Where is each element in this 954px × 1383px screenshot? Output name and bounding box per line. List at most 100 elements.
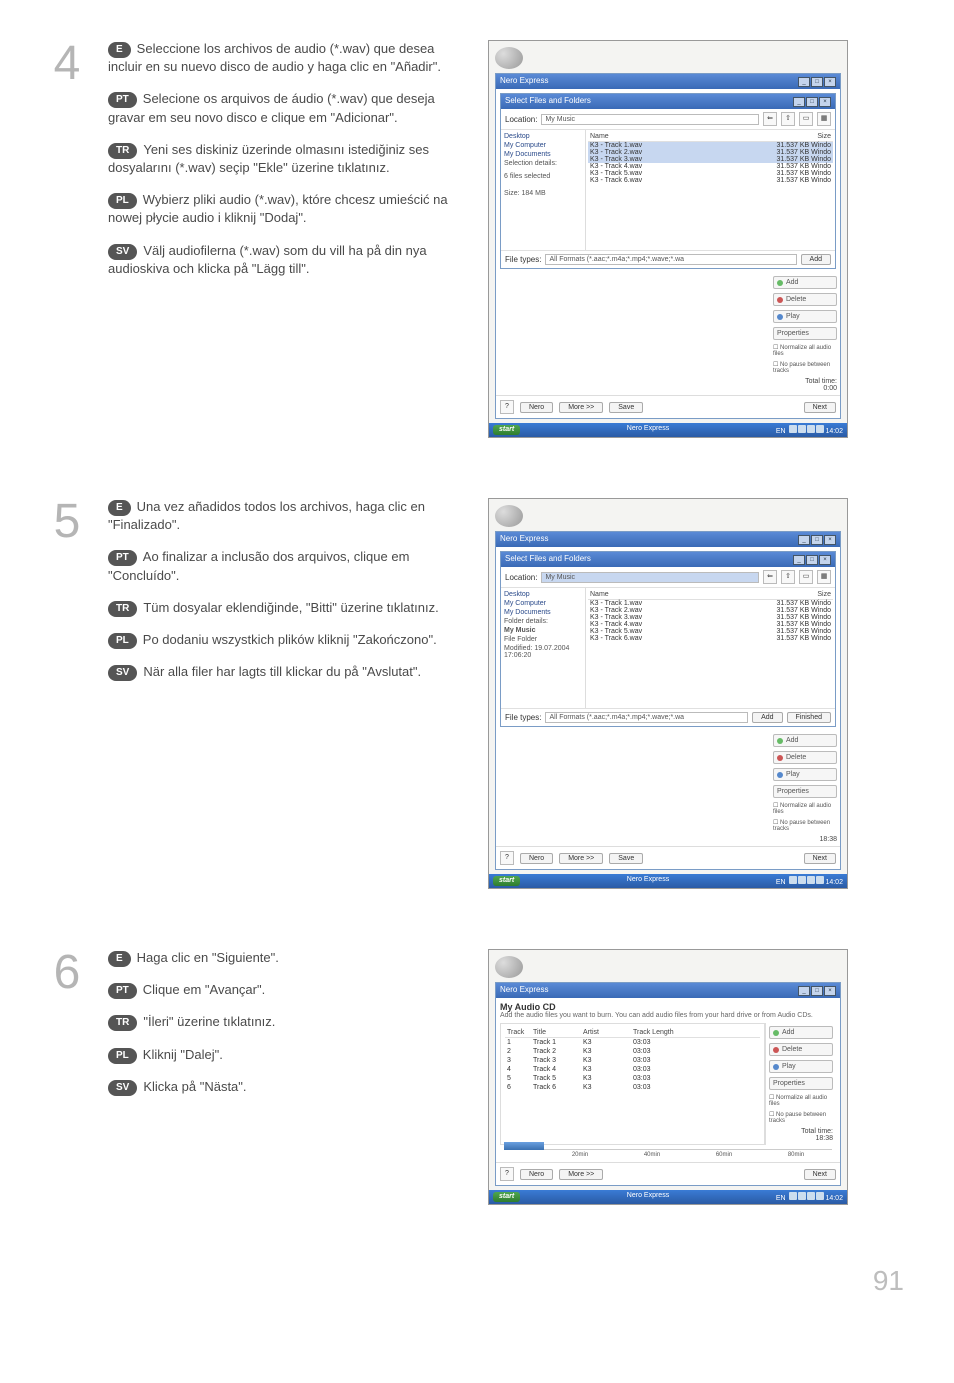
filetypes-select[interactable]: All Formats (*.aac;*.m4a;*.mp4;*.wave;*.… (545, 712, 748, 723)
folder-tree[interactable]: Desktop My Computer My Documents Selecti… (501, 130, 586, 250)
window-title: Nero Express (500, 985, 548, 996)
lang-indicator[interactable]: EN (776, 1195, 786, 1202)
delete-side-button[interactable]: Delete (773, 293, 837, 306)
back-icon[interactable]: ⇐ (763, 570, 777, 584)
tree-desktop[interactable]: Desktop (504, 591, 582, 598)
save-button[interactable]: Save (609, 402, 643, 413)
finished-button[interactable]: Finished (787, 712, 831, 723)
lang-indicator[interactable]: EN (776, 428, 786, 435)
file-list[interactable]: NameSize K3 - Track 1.wav31.537 KB Windo… (586, 130, 835, 250)
file-row[interactable]: K3 - Track 6.wav31.537 KB Windo (588, 177, 833, 184)
back-icon[interactable]: ⇐ (763, 112, 777, 126)
system-tray[interactable] (788, 879, 824, 886)
dialog-title: Select Files and Folders (505, 96, 591, 107)
lang-indicator[interactable]: EN (776, 879, 786, 886)
system-tray[interactable] (788, 428, 824, 435)
views-icon[interactable]: ▦ (817, 570, 831, 584)
up-icon[interactable]: ⇧ (781, 112, 795, 126)
track-row[interactable]: 3Track 3K303:03 (505, 1056, 760, 1065)
add-side-button[interactable]: Add (773, 734, 837, 747)
more-button[interactable]: More >> (559, 1169, 603, 1180)
file-row[interactable]: K3 - Track 2.wav31.537 KB Windo (588, 149, 833, 156)
nero-button[interactable]: Nero (520, 853, 553, 864)
help-icon[interactable]: ? (500, 851, 514, 865)
properties-side-button[interactable]: Properties (769, 1077, 833, 1090)
window-buttons[interactable]: _□× (797, 534, 836, 545)
add-side-button[interactable]: Add (769, 1026, 833, 1039)
tree-mycomputer[interactable]: My Computer (504, 142, 582, 149)
file-row[interactable]: K3 - Track 3.wav31.537 KB Windo (588, 156, 833, 163)
normalize-checkbox[interactable]: ☐ Normalize all audio files (769, 1094, 833, 1107)
play-side-button[interactable]: Play (773, 768, 837, 781)
filetypes-select[interactable]: All Formats (*.aac;*.m4a;*.mp4;*.wave;*.… (545, 254, 796, 265)
nopause-checkbox[interactable]: ☐ No pause between tracks (769, 1111, 833, 1124)
track-row[interactable]: 2Track 2K303:03 (505, 1047, 760, 1056)
tree-mydocuments[interactable]: My Documents (504, 151, 582, 158)
lang-pill: TR (108, 143, 137, 159)
dialog-window-buttons[interactable]: _□× (792, 554, 831, 565)
lang-sv: SVNär alla filer har lagts till klickar … (108, 663, 468, 681)
next-button[interactable]: Next (804, 853, 836, 864)
normalize-checkbox[interactable]: ☐ Normalize all audio files (773, 344, 837, 357)
folder-icon[interactable]: ▭ (799, 112, 813, 126)
help-icon[interactable]: ? (500, 1167, 514, 1181)
track-row[interactable]: 5Track 5K303:03 (505, 1074, 760, 1083)
file-row[interactable]: K3 - Track 2.wav31.537 KB Windo (588, 607, 833, 614)
save-button[interactable]: Save (609, 853, 643, 864)
normalize-checkbox[interactable]: ☐ Normalize all audio files (773, 802, 837, 815)
delete-side-button[interactable]: Delete (773, 751, 837, 764)
play-side-button[interactable]: Play (769, 1060, 833, 1073)
nopause-checkbox[interactable]: ☐ No pause between tracks (773, 361, 837, 374)
views-icon[interactable]: ▦ (817, 112, 831, 126)
file-row[interactable]: K3 - Track 3.wav31.537 KB Windo (588, 614, 833, 621)
lang-pill: PT (108, 92, 137, 108)
file-row[interactable]: K3 - Track 4.wav31.537 KB Windo (588, 163, 833, 170)
window-buttons[interactable]: _□× (797, 76, 836, 87)
start-button[interactable]: start (493, 1192, 520, 1202)
taskbar-app[interactable]: Nero Express (627, 1192, 669, 1202)
file-row[interactable]: K3 - Track 5.wav31.537 KB Windo (588, 170, 833, 177)
window-buttons[interactable]: _□× (797, 985, 836, 996)
folder-icon[interactable]: ▭ (799, 570, 813, 584)
file-row[interactable]: K3 - Track 4.wav31.537 KB Windo (588, 621, 833, 628)
add-button[interactable]: Add (801, 254, 831, 265)
track-row[interactable]: 4Track 4K303:03 (505, 1065, 760, 1074)
file-row[interactable]: K3 - Track 1.wav31.537 KB Windo (588, 600, 833, 607)
tree-mycomputer[interactable]: My Computer (504, 600, 582, 607)
nero-button[interactable]: Nero (520, 1169, 553, 1180)
tree-desktop[interactable]: Desktop (504, 133, 582, 140)
up-icon[interactable]: ⇧ (781, 570, 795, 584)
lang-e: EHaga clic en "Siguiente". (108, 949, 468, 967)
location-input[interactable]: My Music (541, 572, 759, 583)
file-row[interactable]: K3 - Track 5.wav31.537 KB Windo (588, 628, 833, 635)
help-icon[interactable]: ? (500, 400, 514, 414)
total-time-label: Total time: (805, 378, 837, 385)
properties-side-button[interactable]: Properties (773, 327, 837, 340)
nopause-checkbox[interactable]: ☐ No pause between tracks (773, 819, 837, 832)
next-button[interactable]: Next (804, 402, 836, 413)
next-button[interactable]: Next (804, 1169, 836, 1180)
taskbar-app[interactable]: Nero Express (627, 876, 669, 886)
track-row[interactable]: 1Track 1K303:03 (505, 1038, 760, 1047)
more-button[interactable]: More >> (559, 402, 603, 413)
add-side-button[interactable]: Add (773, 276, 837, 289)
location-input[interactable]: My Music (541, 114, 759, 125)
file-row[interactable]: K3 - Track 1.wav31.537 KB Windo (588, 142, 833, 149)
tree-mydocuments[interactable]: My Documents (504, 609, 582, 616)
track-row[interactable]: 6Track 6K303:03 (505, 1083, 760, 1092)
delete-side-button[interactable]: Delete (769, 1043, 833, 1056)
nero-button[interactable]: Nero (520, 402, 553, 413)
properties-side-button[interactable]: Properties (773, 785, 837, 798)
play-side-button[interactable]: Play (773, 310, 837, 323)
dialog-window-buttons[interactable]: _□× (792, 96, 831, 107)
file-row[interactable]: K3 - Track 6.wav31.537 KB Windo (588, 635, 833, 642)
system-tray[interactable] (788, 1195, 824, 1202)
selection-details-label: Selection details: (504, 160, 582, 167)
more-button[interactable]: More >> (559, 853, 603, 864)
start-button[interactable]: start (493, 876, 520, 886)
folder-tree[interactable]: Desktop My Computer My Documents Folder … (501, 588, 586, 708)
file-list[interactable]: NameSize K3 - Track 1.wav31.537 KB Windo… (586, 588, 835, 708)
add-button[interactable]: Add (752, 712, 782, 723)
start-button[interactable]: start (493, 425, 520, 435)
taskbar-app[interactable]: Nero Express (627, 425, 669, 435)
